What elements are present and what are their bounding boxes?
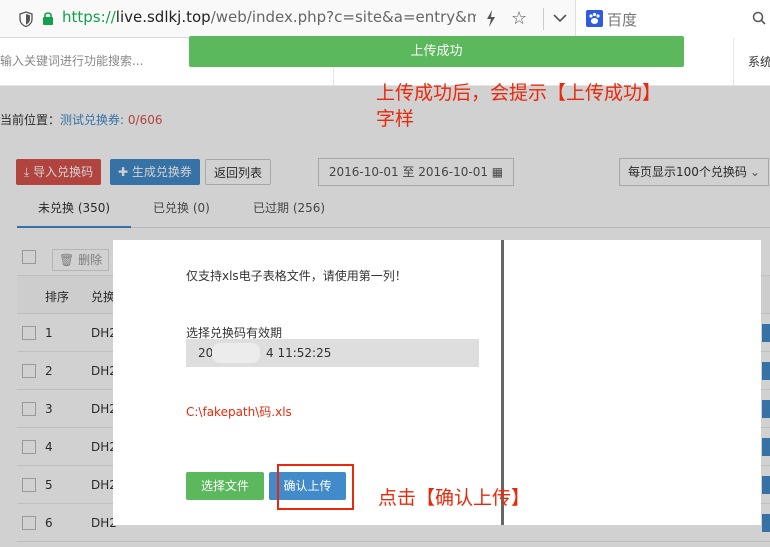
success-annotation: 上传成功后，会提示【上传成功】 字样 <box>376 80 706 132</box>
highlight-frame <box>277 464 354 510</box>
validity-datetime-input[interactable]: 20 4 11:52:25 <box>186 339 479 367</box>
file-type-note: 仅支持xls电子表格文件，请使用第一列！ <box>186 269 407 283</box>
shield-icon[interactable] <box>19 11 33 27</box>
url-host: live.sdlkj.top <box>115 8 211 26</box>
datetime-suffix: 4 11:52:25 <box>266 346 332 360</box>
system-menu[interactable]: 系统 <box>748 53 770 70</box>
choose-file-button[interactable]: 选择文件 <box>186 472 264 500</box>
upload-success-toast: 上传成功 <box>189 36 684 67</box>
lock-icon[interactable] <box>42 11 54 26</box>
chevron-down-icon[interactable] <box>553 13 567 23</box>
url-protocol: https:// <box>62 8 116 26</box>
redacted-blur <box>212 343 260 363</box>
success-annotation-line2: 字样 <box>376 108 415 130</box>
toolbar-divider <box>543 8 544 30</box>
baidu-paw-icon <box>586 10 603 27</box>
search-engine-box[interactable]: 百度 <box>575 0 770 38</box>
bookmark-star-icon[interactable]: ☆ <box>511 8 527 29</box>
url-path: /web/index.php?c=site&a=entry&m=ewe <box>210 8 476 26</box>
url-field[interactable]: https://live.sdlkj.top/web/index.php?c=s… <box>62 8 476 26</box>
confirm-annotation: 点击【确认上传】 <box>378 487 531 509</box>
browser-address-bar: https://live.sdlkj.top/web/index.php?c=s… <box>0 0 770 38</box>
lightning-icon[interactable] <box>486 10 496 27</box>
search-icon[interactable] <box>752 11 766 25</box>
datetime-prefix: 20 <box>198 346 214 360</box>
topbar-divider <box>733 38 734 86</box>
function-search-input[interactable]: 输入关键词进行功能搜索... <box>0 52 143 69</box>
search-engine-label: 百度 <box>607 11 638 29</box>
success-annotation-line1: 上传成功后，会提示【上传成功】 <box>376 82 662 104</box>
selected-file-path: C:\fakepath\码.xls <box>186 405 292 419</box>
